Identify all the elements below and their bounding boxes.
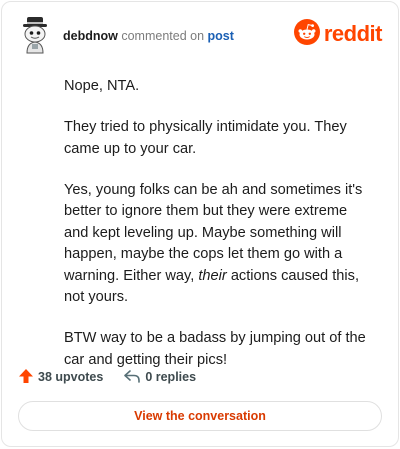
comment-header: debdnow commented on post reddit	[18, 16, 383, 56]
action-text: commented on	[121, 29, 205, 43]
upvote-arrow-icon	[18, 368, 38, 387]
username-link[interactable]: debdnow	[63, 29, 118, 43]
post-link[interactable]: post	[208, 29, 234, 43]
reddit-brand[interactable]: reddit	[293, 18, 383, 50]
reply-arrow-icon	[123, 368, 145, 387]
embedded-comment-card: debdnow commented on post reddit Nope, N…	[1, 1, 399, 447]
comment-paragraph: Nope, NTA.	[64, 78, 140, 94]
comment-byline: debdnow commented on post	[63, 28, 234, 44]
upvote-count: 38 upvotes	[38, 370, 104, 384]
view-conversation-button[interactable]: View the conversation	[18, 401, 382, 431]
reddit-wordmark: reddit	[323, 21, 383, 46]
comment-paragraph: They tried to physically intimidate you.…	[64, 119, 347, 157]
upvote-stat[interactable]: 38 upvotes	[18, 368, 103, 387]
comment-body: Nope, NTA. They tried to physically inti…	[64, 76, 374, 391]
reddit-logo-icon	[293, 18, 320, 50]
comment-stats: 38 upvotes 0 replies	[18, 366, 216, 388]
user-avatar-icon[interactable]	[18, 16, 52, 54]
comment-paragraph: Yes, young folks can be ah and sometimes…	[64, 180, 374, 309]
reply-count: 0 replies	[145, 370, 197, 384]
reply-stat[interactable]: 0 replies	[123, 368, 196, 387]
emphasized-text: their	[198, 267, 227, 284]
comment-paragraph: BTW way to be a badass by jumping out of…	[64, 330, 366, 368]
